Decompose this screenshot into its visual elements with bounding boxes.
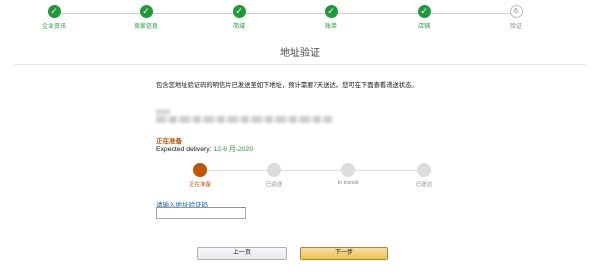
step-label: 账单 [324, 24, 337, 30]
previous-button[interactable]: 上一页 [197, 247, 287, 260]
redacted-address [156, 116, 332, 123]
next-button[interactable]: 下一步 [300, 247, 388, 260]
check-icon: ✓ [47, 5, 61, 18]
step-3: ✓ 简域 [199, 5, 279, 30]
step-2: ✓ 卖家信息 [106, 5, 186, 30]
postcard-description: 包含您地址验证码的明信片已发送至如下地址，预计需要7天送达。您可在下面查看递送状… [156, 82, 418, 89]
check-icon: ✓ [232, 5, 246, 18]
tracking-step-label: 已运送 [265, 182, 283, 188]
check-icon: ✓ [417, 5, 431, 18]
redacted-name [156, 109, 170, 115]
check-icon: ✓ [139, 5, 153, 18]
tracking-step-preparing: 正在准备 [160, 163, 240, 188]
step-1: ✓ 企业资讯 [14, 5, 94, 30]
step-6: 6 验证 [476, 5, 556, 30]
step-4: ✓ 账单 [291, 5, 371, 30]
tracking-step-delivered: 已送达 [384, 163, 464, 188]
divider [14, 64, 586, 65]
delivery-date: 12-6 月-2020 [213, 146, 254, 153]
tracking-step-in-transit: In transit [308, 163, 388, 186]
step-label: 简域 [232, 24, 245, 30]
tracking-step-label: 正在准备 [188, 182, 211, 188]
tracking-dot-icon [341, 163, 355, 177]
tracking-step-shipped: 已运送 [234, 163, 314, 188]
page-title: 地址验证 [280, 48, 320, 59]
tracking-step-label: 已送达 [415, 182, 433, 188]
step-label: 卖家信息 [133, 24, 158, 30]
tracking-step-label: In transit [337, 180, 359, 186]
check-icon: ✓ [324, 5, 338, 18]
registration-stepper: ✓ 企业资讯 ✓ 卖家信息 ✓ 简域 ✓ 账单 ✓ 店铺 6 验证 [0, 0, 600, 34]
step-label: 企业资讯 [41, 24, 66, 30]
verification-code-input[interactable] [156, 207, 246, 219]
step-5: ✓ 店铺 [384, 5, 464, 30]
expected-delivery: Expected delivery: 12-6 月-2020 [156, 143, 253, 153]
tracking-dot-icon [267, 163, 281, 177]
delivery-label: Expected delivery: [156, 146, 214, 153]
step-label: 验证 [509, 24, 522, 30]
tracking-dot-icon [193, 163, 207, 177]
step-number-icon: 6 [509, 5, 523, 18]
tracking-dot-icon [417, 163, 431, 177]
step-label: 店铺 [417, 24, 430, 30]
